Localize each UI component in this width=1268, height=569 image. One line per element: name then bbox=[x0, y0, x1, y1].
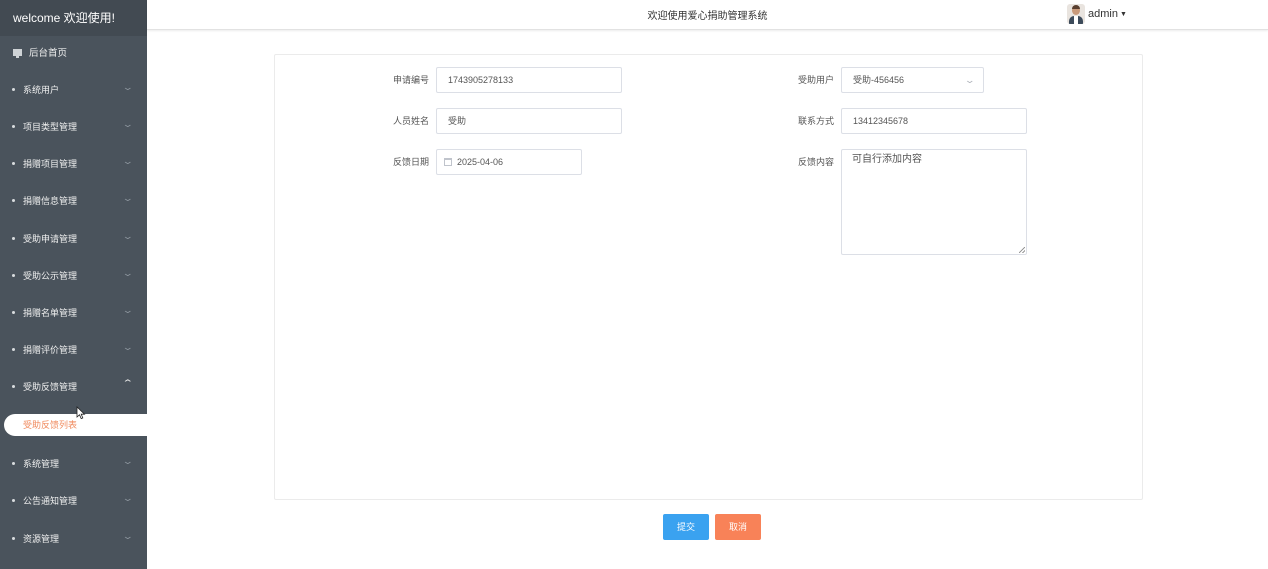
feedback-content-value: 可自行添加内容 bbox=[852, 154, 922, 165]
monitor-icon bbox=[13, 48, 22, 58]
chevron-down-icon: ⌄ bbox=[122, 119, 135, 129]
sidebar-welcome: welcome 欢迎使用! bbox=[0, 0, 147, 36]
application-no-input[interactable]: 1743905278133 bbox=[436, 67, 622, 93]
sidebar-item-system-management[interactable]: 系统管理 ⌄ bbox=[0, 453, 147, 473]
top-header: 欢迎使用爱心捐助管理系统 admin ▼ bbox=[147, 0, 1268, 30]
calendar-icon bbox=[444, 158, 452, 166]
chevron-down-icon: ⌄ bbox=[122, 193, 135, 203]
sidebar-item-label: 项目类型管理 bbox=[23, 121, 78, 132]
contact-label: 联系方式 bbox=[797, 116, 834, 126]
chevron-up-icon: ⌃ bbox=[122, 378, 135, 388]
cancel-button[interactable]: 取消 bbox=[715, 514, 761, 540]
bullet-icon bbox=[12, 498, 15, 502]
sidebar-item-label: 受助公示管理 bbox=[23, 270, 78, 281]
chevron-down-icon: ⌄ bbox=[122, 156, 135, 166]
chevron-down-icon: ⌄ bbox=[122, 342, 135, 352]
chevron-down-icon: ⌄ bbox=[122, 493, 135, 503]
bullet-icon bbox=[12, 273, 15, 277]
chevron-down-icon: ⌄ bbox=[122, 531, 135, 541]
person-name-input[interactable]: 受助 bbox=[436, 108, 622, 134]
sidebar-item-project-types[interactable]: 项目类型管理 ⌄ bbox=[0, 116, 147, 136]
sidebar-item-resources[interactable]: 资源管理 ⌄ bbox=[0, 528, 147, 548]
bullet-icon bbox=[12, 536, 15, 540]
sidebar-item-label: 资源管理 bbox=[23, 533, 60, 544]
sidebar-item-label: 捐赠项目管理 bbox=[23, 158, 78, 169]
user-menu[interactable]: admin ▼ bbox=[1067, 3, 1127, 25]
sidebar-item-label: 受助申请管理 bbox=[23, 233, 78, 244]
aided-user-select[interactable]: 受助-456456 ⌄ bbox=[841, 67, 984, 93]
sidebar-item-label: 捐赠名单管理 bbox=[23, 307, 78, 318]
chevron-down-icon: ⌄ bbox=[122, 82, 135, 92]
aided-user-label: 受助用户 bbox=[797, 75, 834, 85]
sidebar-item-label: 捐赠信息管理 bbox=[23, 195, 78, 206]
sidebar-item-donation-reviews[interactable]: 捐赠评价管理 ⌄ bbox=[0, 339, 147, 359]
sidebar-item-donation-projects[interactable]: 捐赠项目管理 ⌄ bbox=[0, 153, 147, 173]
submit-button[interactable]: 提交 bbox=[663, 514, 709, 540]
bullet-icon bbox=[12, 87, 15, 91]
bullet-icon bbox=[12, 161, 15, 165]
sidebar-item-aid-publicity[interactable]: 受助公示管理 ⌄ bbox=[0, 265, 147, 285]
chevron-down-icon: ⌄ bbox=[122, 305, 135, 315]
user-name: admin bbox=[1088, 8, 1118, 20]
contact-input[interactable]: 13412345678 bbox=[841, 108, 1027, 134]
person-name-label: 人员姓名 bbox=[392, 116, 429, 126]
sidebar-item-aid-feedback[interactable]: 受助反馈管理 ⌃ bbox=[0, 376, 147, 396]
feedback-form: 申请编号 1743905278133 受助用户 受助-456456 ⌄ 人员姓名… bbox=[274, 54, 1143, 500]
feedback-content-label: 反馈内容 bbox=[797, 157, 834, 167]
sidebar: welcome 欢迎使用! 后台首页 系统用户 ⌄ 项目类型管理 ⌄ 捐赠项目管… bbox=[0, 0, 147, 569]
resize-handle-icon[interactable] bbox=[1019, 247, 1025, 253]
sidebar-item-system-users[interactable]: 系统用户 ⌄ bbox=[0, 79, 147, 99]
sidebar-item-donation-info[interactable]: 捐赠信息管理 ⌄ bbox=[0, 190, 147, 210]
bullet-icon bbox=[12, 384, 15, 388]
bullet-icon bbox=[12, 198, 15, 202]
sidebar-item-label: 后台首页 bbox=[29, 48, 68, 59]
mouse-pointer-icon bbox=[76, 406, 86, 420]
bullet-icon bbox=[12, 310, 15, 314]
sidebar-item-label: 系统用户 bbox=[23, 84, 60, 95]
avatar bbox=[1067, 4, 1085, 24]
sidebar-item-donor-list[interactable]: 捐赠名单管理 ⌄ bbox=[0, 302, 147, 322]
sidebar-item-label: 系统管理 bbox=[23, 458, 60, 469]
caret-down-icon: ▼ bbox=[1119, 10, 1127, 18]
sidebar-item-label: 捐赠评价管理 bbox=[23, 344, 78, 355]
chevron-down-icon: ⌄ bbox=[122, 456, 135, 466]
aided-user-value: 受助-456456 bbox=[853, 75, 905, 85]
application-no-label: 申请编号 bbox=[392, 75, 429, 85]
feedback-date-picker[interactable]: 2025-04-06 bbox=[436, 149, 582, 175]
bullet-icon bbox=[12, 124, 15, 128]
feedback-content-textarea[interactable]: 可自行添加内容 bbox=[841, 149, 1027, 255]
feedback-date-value: 2025-04-06 bbox=[457, 157, 504, 167]
bullet-icon bbox=[12, 347, 15, 351]
sidebar-item-aid-applications[interactable]: 受助申请管理 ⌄ bbox=[0, 228, 147, 248]
chevron-down-icon: ⌄ bbox=[964, 75, 976, 85]
bullet-icon bbox=[12, 236, 15, 240]
sidebar-item-label: 受助反馈管理 bbox=[23, 381, 78, 392]
sidebar-item-home[interactable]: 后台首页 bbox=[0, 42, 147, 62]
sidebar-item-label: 公告通知管理 bbox=[23, 495, 78, 506]
feedback-date-label: 反馈日期 bbox=[392, 157, 429, 167]
chevron-down-icon: ⌄ bbox=[122, 268, 135, 278]
bullet-icon bbox=[12, 461, 15, 465]
chevron-down-icon: ⌄ bbox=[122, 231, 135, 241]
sidebar-item-announcements[interactable]: 公告通知管理 ⌄ bbox=[0, 490, 147, 510]
